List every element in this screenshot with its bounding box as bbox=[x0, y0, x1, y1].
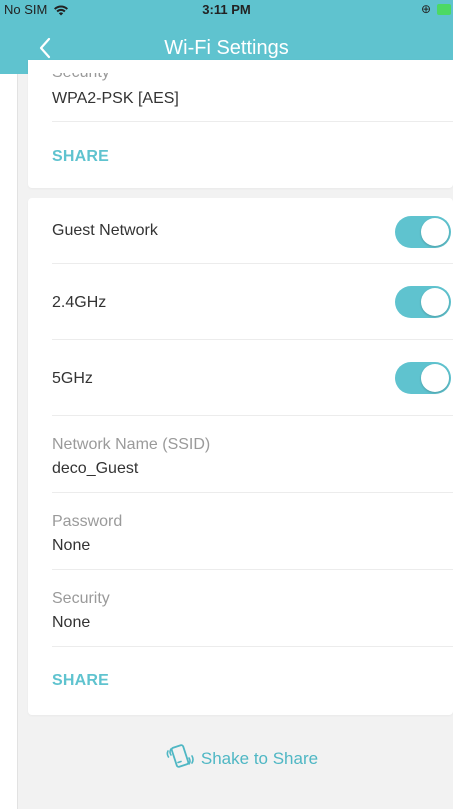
toggle-knob bbox=[421, 218, 449, 246]
status-bar: No SIM 3:11 PM ⊕ bbox=[0, 0, 453, 20]
shake-to-share-label: Shake to Share bbox=[200, 748, 319, 768]
guest-security-value: None bbox=[52, 614, 91, 631]
share-button[interactable]: SHARE bbox=[52, 148, 109, 166]
guest-network-row: Guest Network bbox=[52, 198, 453, 264]
toggle-knob bbox=[421, 364, 449, 392]
ssid-row[interactable]: Network Name (SSID) deco_Guest bbox=[52, 416, 453, 493]
password-label: Password bbox=[52, 513, 123, 530]
toggle-knob bbox=[421, 288, 449, 316]
left-edge bbox=[0, 74, 18, 809]
status-time: 3:11 PM bbox=[202, 2, 251, 17]
band-24ghz-label: 2.4GHz bbox=[52, 294, 107, 311]
shake-to-share-button[interactable]: Shake to Share bbox=[0, 740, 453, 777]
security-row: Security WPA2-PSK [AES] bbox=[52, 60, 453, 122]
band-5ghz-label: 5GHz bbox=[52, 370, 93, 387]
password-row[interactable]: Password None bbox=[52, 493, 453, 570]
band-24ghz-row: 2.4GHz bbox=[52, 264, 453, 340]
wifi-settings-screen: No SIM 3:11 PM ⊕ Wi-Fi Settings Security… bbox=[0, 0, 453, 809]
shake-phone-icon bbox=[163, 740, 195, 777]
guest-network-card: Guest Network 2.4GHz 5GHz Network Name (… bbox=[28, 198, 453, 715]
security-label: Security bbox=[52, 64, 110, 81]
security-value: WPA2-PSK [AES] bbox=[52, 90, 179, 107]
band-24ghz-toggle[interactable] bbox=[395, 286, 451, 318]
password-value: None bbox=[52, 537, 91, 554]
guest-security-row[interactable]: Security None bbox=[52, 570, 453, 647]
ssid-label: Network Name (SSID) bbox=[52, 436, 211, 453]
band-5ghz-toggle[interactable] bbox=[395, 362, 451, 394]
guest-network-toggle[interactable] bbox=[395, 216, 451, 248]
guest-security-label: Security bbox=[52, 590, 110, 607]
main-network-card: Security WPA2-PSK [AES] SHARE bbox=[28, 60, 453, 188]
status-right: ⊕ bbox=[421, 2, 451, 16]
page-title: Wi-Fi Settings bbox=[164, 37, 289, 59]
band-5ghz-row: 5GHz bbox=[52, 340, 453, 416]
battery-icon bbox=[437, 3, 451, 15]
guest-network-label: Guest Network bbox=[52, 222, 158, 239]
ssid-value: deco_Guest bbox=[52, 460, 139, 477]
guest-share-button[interactable]: SHARE bbox=[52, 672, 109, 690]
orientation-lock-icon: ⊕ bbox=[420, 2, 431, 16]
